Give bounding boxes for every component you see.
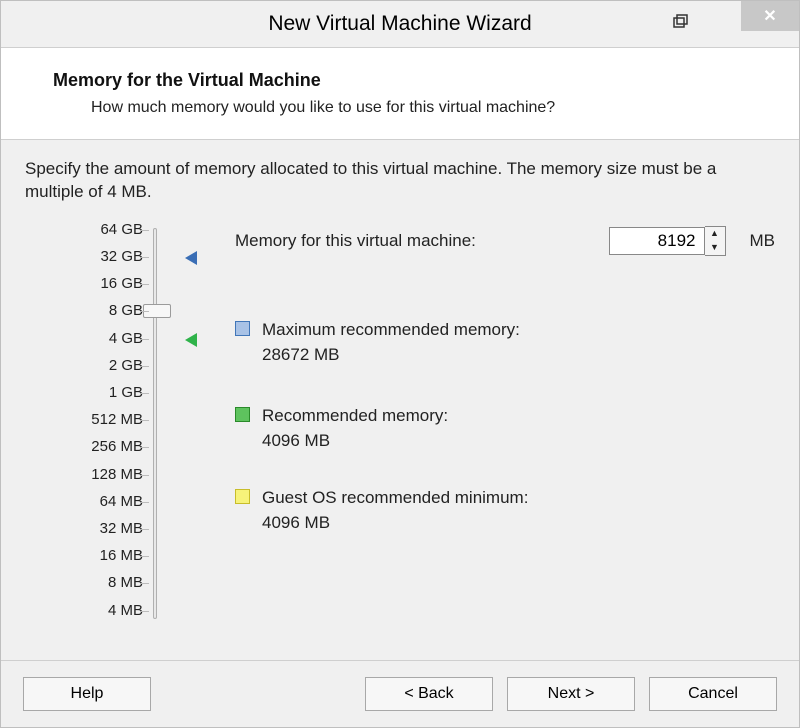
memory-input[interactable] [609, 227, 705, 255]
tick-label: 64 MB [100, 494, 143, 509]
tick-label: 128 MB [91, 467, 143, 482]
wizard-body: Specify the amount of memory allocated t… [1, 140, 799, 660]
back-button[interactable]: < Back [365, 677, 493, 711]
rec-min: Guest OS recommended minimum: 4096 MB [235, 486, 528, 535]
tick-mark [141, 529, 149, 530]
tick-mark [141, 311, 149, 312]
slider-track [153, 228, 157, 619]
tick-mark [141, 420, 149, 421]
memory-spinner[interactable]: ▲ ▼ [609, 226, 726, 256]
square-green-icon [235, 407, 250, 422]
memory-unit: MB [750, 231, 776, 251]
spinner-buttons[interactable]: ▲ ▼ [705, 226, 726, 256]
tick-mark [141, 339, 149, 340]
memory-config-row: 64 GB32 GB16 GB8 GB4 GB2 GB1 GB512 MB256… [25, 226, 775, 621]
tick-mark [141, 475, 149, 476]
tick-mark [141, 611, 149, 612]
restore-icon[interactable] [671, 13, 689, 31]
tick-mark [141, 502, 149, 503]
footer-spacer [165, 677, 351, 711]
tick-label: 8 GB [109, 303, 143, 318]
square-yellow-icon [235, 489, 250, 504]
close-icon: ✕ [763, 6, 776, 26]
tick-label: 32 GB [100, 249, 143, 264]
tick-mark [141, 583, 149, 584]
instruction-text: Specify the amount of memory allocated t… [25, 158, 775, 204]
tick-label: 8 MB [108, 575, 143, 590]
tick-label: 16 GB [100, 276, 143, 291]
tick-label: 2 GB [109, 358, 143, 373]
next-button[interactable]: Next > [507, 677, 635, 711]
help-button[interactable]: Help [23, 677, 151, 711]
tick-mark [141, 447, 149, 448]
square-blue-icon [235, 321, 250, 336]
tick-label: 512 MB [91, 412, 143, 427]
wizard-header: Memory for the Virtual Machine How much … [1, 47, 799, 140]
page-subheading: How much memory would you like to use fo… [91, 99, 779, 117]
rec-rec-value: 4096 MB [262, 429, 448, 454]
tick-label: 1 GB [109, 385, 143, 400]
rec-max: Maximum recommended memory: 28672 MB [235, 318, 520, 367]
tick-label: 16 MB [100, 548, 143, 563]
rec-max-label: Maximum recommended memory: [262, 318, 520, 343]
page-heading: Memory for the Virtual Machine [53, 70, 779, 91]
tick-label: 64 GB [100, 222, 143, 237]
rec-rec-label: Recommended memory: [262, 404, 448, 429]
spinner-up-icon[interactable]: ▲ [705, 227, 725, 241]
memory-input-label: Memory for this virtual machine: [235, 231, 476, 251]
tick-label: 32 MB [100, 521, 143, 536]
tick-mark [141, 284, 149, 285]
rec-recommended: Recommended memory: 4096 MB [235, 404, 448, 453]
tick-label: 256 MB [91, 439, 143, 454]
tick-mark [141, 366, 149, 367]
rec-max-value: 28672 MB [262, 343, 520, 368]
memory-slider[interactable]: 64 GB32 GB16 GB8 GB4 GB2 GB1 GB512 MB256… [25, 226, 187, 621]
tick-mark [141, 556, 149, 557]
cancel-button[interactable]: Cancel [649, 677, 777, 711]
rec-min-label: Guest OS recommended minimum: [262, 486, 528, 511]
wizard-window: New Virtual Machine Wizard ✕ Memory for … [0, 0, 800, 728]
spinner-down-icon[interactable]: ▼ [705, 241, 725, 255]
tick-mark [141, 257, 149, 258]
tick-label: 4 MB [108, 603, 143, 618]
titlebar: New Virtual Machine Wizard ✕ [1, 1, 799, 47]
memory-input-row: Memory for this virtual machine: ▲ ▼ MB [235, 226, 775, 256]
close-button[interactable]: ✕ [741, 1, 799, 31]
tick-label: 4 GB [109, 331, 143, 346]
memory-details: Memory for this virtual machine: ▲ ▼ MB … [187, 226, 775, 621]
tick-mark [141, 393, 149, 394]
wizard-footer: Help < Back Next > Cancel [1, 660, 799, 727]
rec-min-value: 4096 MB [262, 511, 528, 536]
tick-mark [141, 230, 149, 231]
window-title: New Virtual Machine Wizard [268, 12, 531, 36]
